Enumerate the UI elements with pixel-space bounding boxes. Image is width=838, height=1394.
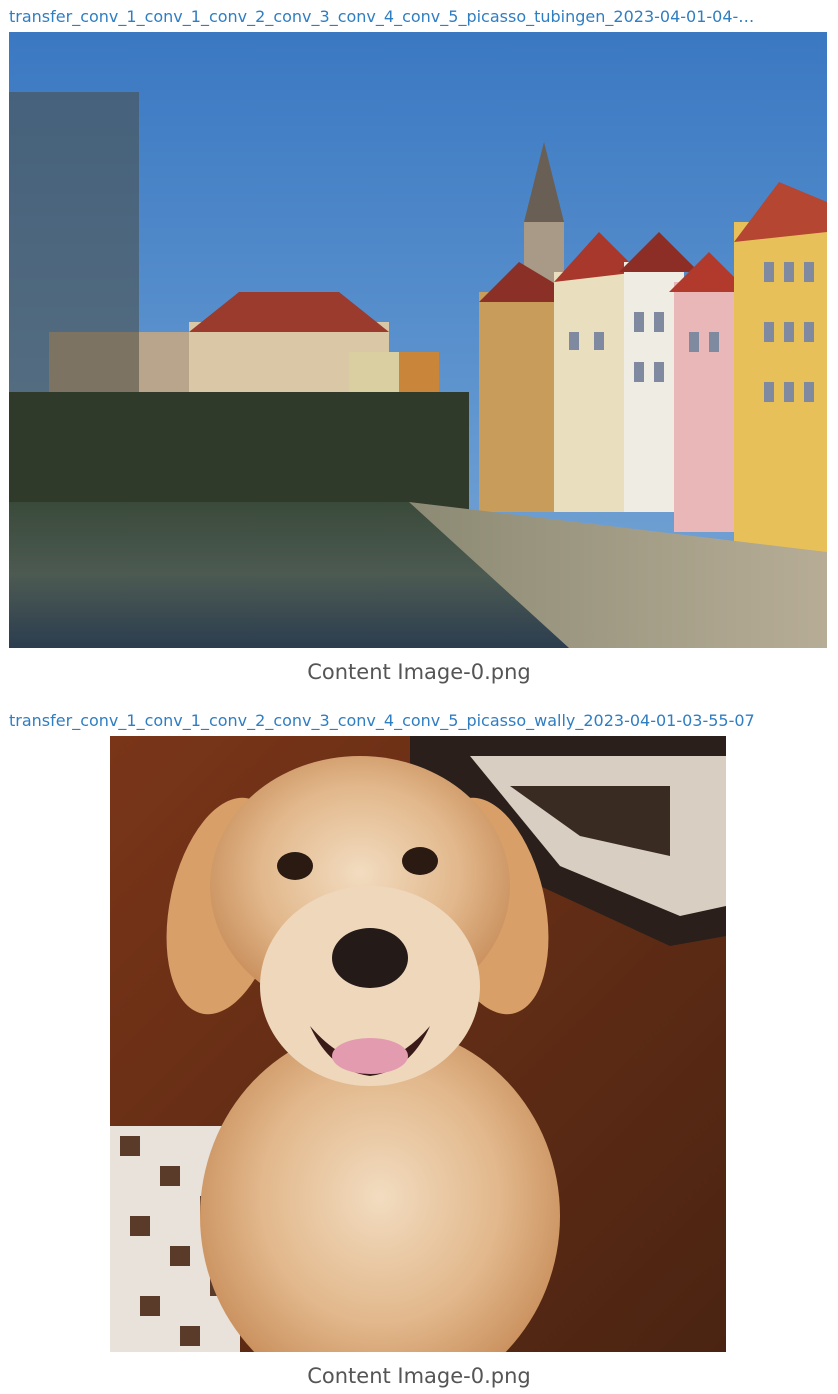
media-panel-tubingen: transfer_conv_1_conv_1_conv_2_conv_3_con… bbox=[0, 0, 838, 700]
run-name-link[interactable]: transfer_conv_1_conv_1_conv_2_conv_3_con… bbox=[9, 6, 827, 28]
image-caption: Content Image-0.png bbox=[307, 660, 531, 684]
image-caption: Content Image-0.png bbox=[307, 1364, 531, 1388]
content-image-wally[interactable] bbox=[110, 736, 726, 1352]
content-image-tubingen[interactable] bbox=[9, 32, 827, 648]
dog-photo-illustration bbox=[110, 736, 726, 1352]
run-name-link[interactable]: transfer_conv_1_conv_1_conv_2_conv_3_con… bbox=[9, 710, 827, 732]
tubingen-photo-illustration bbox=[9, 32, 827, 648]
media-panel-wally: transfer_conv_1_conv_1_conv_2_conv_3_con… bbox=[0, 700, 838, 1394]
